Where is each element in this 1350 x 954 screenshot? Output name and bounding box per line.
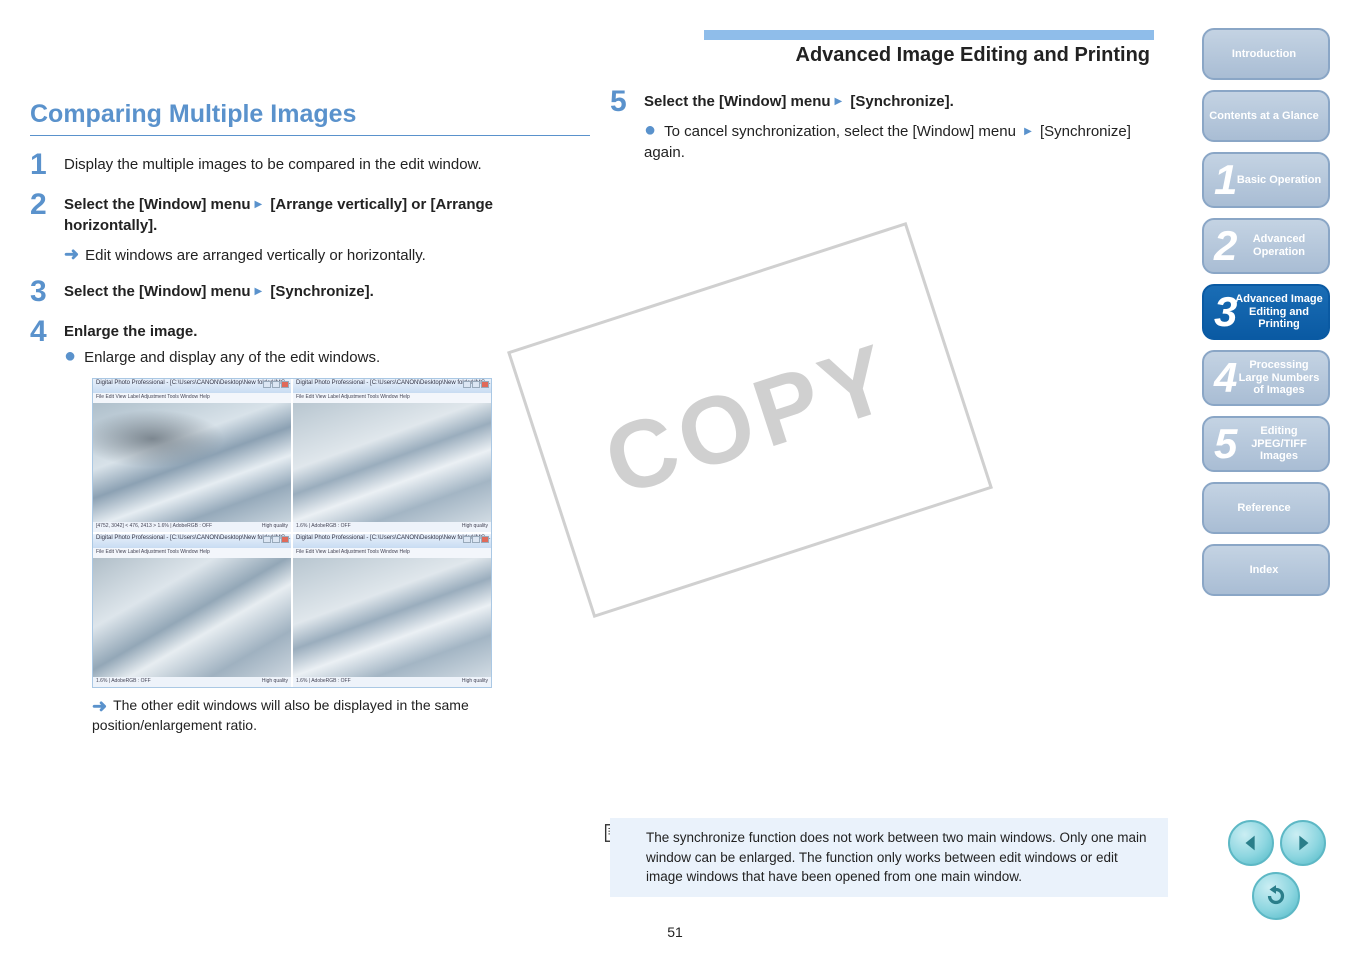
window-buttons (463, 536, 489, 543)
step-5: 5 Select the [Window] menu [Synchronize]… (610, 87, 1150, 163)
image-area (293, 558, 491, 677)
step-number: 1 (30, 150, 52, 180)
return-button[interactable] (1252, 872, 1300, 920)
step-number: 4 (30, 317, 52, 347)
note-box: The synchronize function does not work b… (610, 818, 1168, 897)
prev-page-button[interactable] (1228, 820, 1274, 866)
nav-index[interactable]: Index (1202, 544, 1330, 596)
edit-window-pane: Digital Photo Professional - [C:\Users\C… (93, 534, 291, 687)
page-header: Advanced Image Editing and Printing (610, 44, 1150, 67)
nav-number: 5 (1214, 420, 1237, 468)
step-number: 3 (30, 277, 52, 307)
window-titlebar: Digital Photo Professional - [C:\Users\C… (93, 534, 291, 548)
triangle-left-icon (1240, 832, 1262, 854)
window-buttons (263, 381, 289, 388)
window-statusbar: 1.6% | AdobeRGB : OFFHigh quality (93, 677, 291, 687)
step-number: 5 (610, 87, 632, 117)
nav-chapter-2[interactable]: 2 Advanced Operation (1202, 218, 1330, 274)
step-text-post: [Synchronize]. (846, 93, 954, 110)
step-text-pre: Select the [Window] menu (64, 196, 251, 213)
nav-introduction[interactable]: Introduction (1202, 28, 1330, 80)
four-window-screenshot: Digital Photo Professional - [C:\Users\C… (92, 378, 590, 688)
window-menubar: File Edit View Label Adjustment Tools Wi… (93, 393, 291, 403)
window-buttons (463, 381, 489, 388)
section-title: Comparing Multiple Images (30, 100, 590, 136)
sidebar-nav: Introduction Contents at a Glance 1 Basi… (1202, 28, 1330, 596)
menu-arrow-icon (1020, 123, 1036, 140)
triangle-right-icon (1292, 832, 1314, 854)
step-text: Display the multiple images to be compar… (64, 150, 590, 175)
bullet-icon: ● (644, 119, 656, 141)
window-buttons (263, 536, 289, 543)
step-3: 3 Select the [Window] menu [Synchronize]… (30, 277, 590, 307)
nav-number: 3 (1214, 288, 1237, 336)
nav-label: Introduction (1232, 48, 1300, 61)
nav-number: 1 (1214, 156, 1237, 204)
nav-chapter-3[interactable]: 3 Advanced Image Editing and Printing (1202, 284, 1330, 340)
step-bullet-pre: To cancel synchronization, select the [W… (664, 123, 1016, 140)
window-menubar: File Edit View Label Adjustment Tools Wi… (293, 393, 491, 403)
window-menubar: File Edit View Label Adjustment Tools Wi… (293, 548, 491, 558)
window-statusbar: 1.6% | AdobeRGB : OFFHigh quality (293, 677, 491, 687)
result-arrow-icon: ➜ (64, 244, 79, 264)
nav-label: Contents at a Glance (1209, 110, 1322, 123)
step-1: 1 Display the multiple images to be comp… (30, 150, 590, 180)
edit-window-pane: Digital Photo Professional - [C:\Users\C… (293, 379, 491, 532)
result-arrow-icon: ➜ (92, 696, 107, 716)
header-accent-bar (704, 30, 1154, 40)
nav-number: 4 (1214, 354, 1237, 402)
step-text: Enlarge the image. (64, 323, 197, 340)
pager (1228, 820, 1326, 866)
step-4-caption: ➜The other edit windows will also be dis… (92, 696, 590, 733)
window-statusbar: 1.6% | AdobeRGB : OFFHigh quality (293, 522, 491, 532)
window-titlebar: Digital Photo Professional - [C:\Users\C… (293, 379, 491, 393)
nav-reference[interactable]: Reference (1202, 482, 1330, 534)
nav-label: Editing JPEG/TIFF Images (1234, 425, 1328, 463)
nav-label: Advanced Image Editing and Printing (1234, 293, 1328, 331)
window-menubar: File Edit View Label Adjustment Tools Wi… (93, 548, 291, 558)
nav-number: 2 (1214, 222, 1237, 270)
nav-chapter-4[interactable]: 4 Processing Large Numbers of Images (1202, 350, 1330, 406)
step-text-pre: Select the [Window] menu (64, 283, 251, 300)
nav-contents[interactable]: Contents at a Glance (1202, 90, 1330, 142)
step-4: 4 Enlarge the image. ● Enlarge and displa… (30, 317, 590, 368)
menu-arrow-icon (831, 93, 847, 110)
window-titlebar: Digital Photo Professional - [C:\Users\C… (293, 534, 491, 548)
step-number: 2 (30, 190, 52, 220)
right-column: Advanced Image Editing and Printing 5 Se… (610, 30, 1150, 173)
left-column: Comparing Multiple Images 1 Display the … (30, 100, 590, 733)
step-2: 2 Select the [Window] menu [Arrange vert… (30, 190, 590, 267)
edit-window-pane: Digital Photo Professional - [C:\Users\C… (93, 379, 291, 532)
nav-label: Index (1250, 564, 1283, 577)
return-arrow-icon (1263, 883, 1289, 909)
nav-chapter-1[interactable]: 1 Basic Operation (1202, 152, 1330, 208)
menu-arrow-icon (251, 196, 267, 213)
window-titlebar: Digital Photo Professional - [C:\Users\C… (93, 379, 291, 393)
nav-label: Reference (1237, 502, 1294, 515)
step-text-pre: Select the [Window] menu (644, 93, 831, 110)
step-result: Edit windows are arranged vertically or … (85, 247, 426, 264)
nav-label: Processing Large Numbers of Images (1234, 359, 1328, 397)
bullet-icon: ● (64, 345, 76, 367)
step-sub: Enlarge and display any of the edit wind… (84, 349, 380, 366)
page-number: 51 (667, 924, 683, 940)
image-area (93, 558, 291, 677)
edit-window-pane: Digital Photo Professional - [C:\Users\C… (293, 534, 491, 687)
nav-label: Advanced Operation (1234, 233, 1328, 258)
nav-label: Basic Operation (1237, 174, 1325, 187)
window-statusbar: [4752, 3042] < 476, 2413 > 1.6% | AdobeR… (93, 522, 291, 532)
next-page-button[interactable] (1280, 820, 1326, 866)
nav-chapter-5[interactable]: 5 Editing JPEG/TIFF Images (1202, 416, 1330, 472)
image-area (293, 403, 491, 522)
image-area (93, 403, 291, 522)
menu-arrow-icon (251, 283, 267, 300)
step-text-post: [Synchronize]. (266, 283, 374, 300)
